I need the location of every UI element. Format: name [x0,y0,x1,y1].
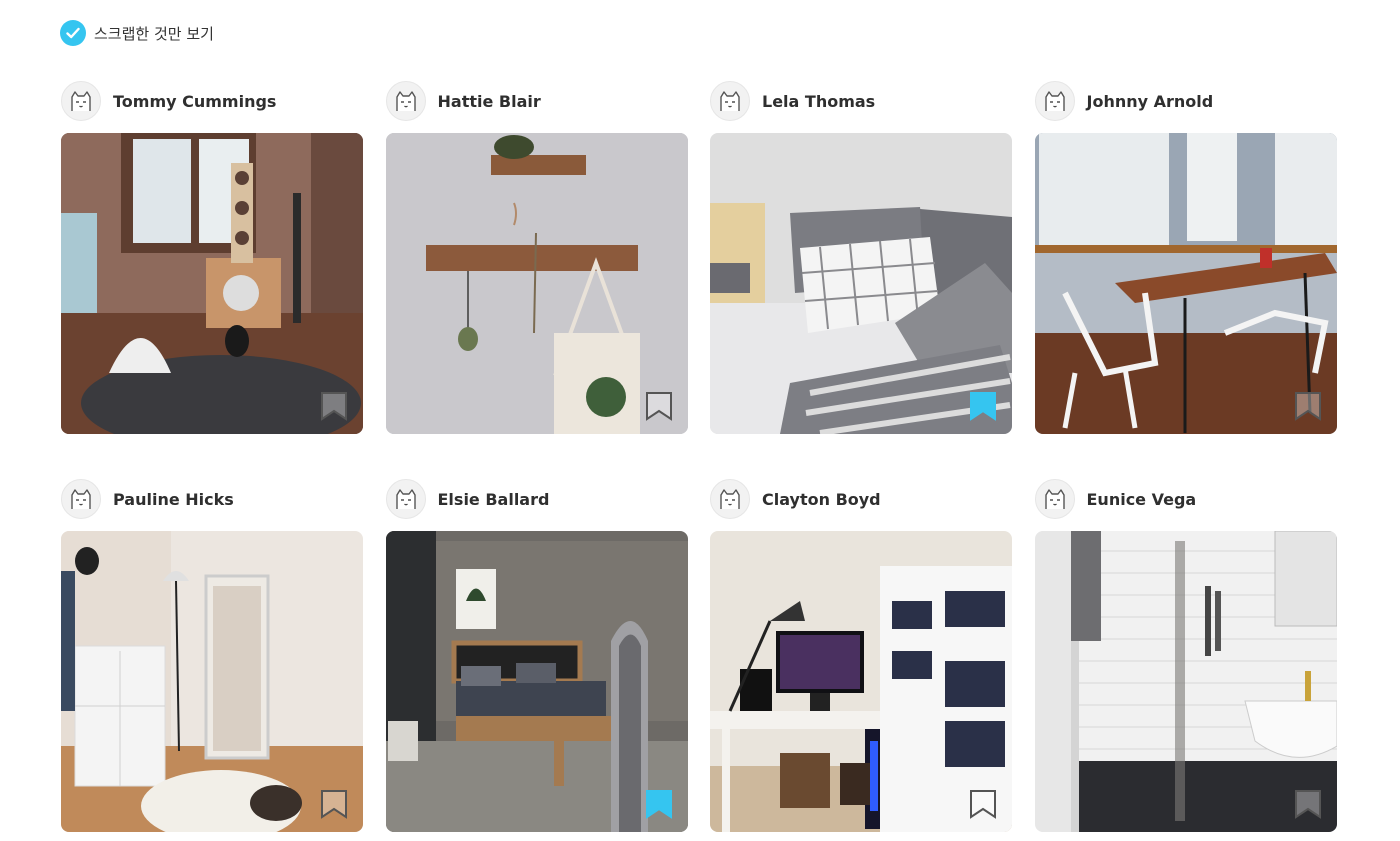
avatar-face-icon [720,91,740,111]
username[interactable]: Clayton Boyd [762,490,881,509]
avatar-face-icon [395,91,416,111]
username[interactable]: Hattie Blair [438,92,541,111]
username[interactable]: Johnny Arnold [1087,92,1214,111]
card-header: Elsie Ballard [385,478,688,520]
card-header: Eunice Vega [1034,478,1337,520]
card-header: Johnny Arnold [1034,80,1337,122]
bookmark-icon[interactable] [645,391,673,421]
photo-image [710,133,1012,434]
avatar[interactable] [385,479,426,519]
card-photo[interactable] [1034,531,1337,832]
filter-label: 스크랩한 것만 보기 [94,24,214,43]
avatar-face-icon [720,489,740,509]
avatar-face-icon [395,489,416,509]
card-photo[interactable] [1034,133,1337,434]
bookmark-icon[interactable] [320,789,348,819]
avatar-face-icon [71,91,91,111]
card-header: Tommy Cummings [61,80,363,122]
avatar[interactable] [710,479,750,519]
bookmark-icon[interactable] [969,391,997,421]
username[interactable]: Elsie Ballard [438,490,550,509]
bookmark-icon[interactable] [1294,789,1322,819]
card-header: Lela Thomas [710,80,1012,122]
bookmark-icon[interactable] [645,789,673,819]
scrap-card: Pauline Hicks [61,478,363,832]
scrap-card: Lela Thomas [710,80,1012,434]
avatar-face-icon [1044,91,1065,111]
scrap-card: Tommy Cummings [61,80,363,434]
card-photo[interactable] [61,133,363,434]
card-photo[interactable] [385,133,688,434]
card-header: Clayton Boyd [710,478,1012,520]
card-header: Hattie Blair [385,80,688,122]
photo-image [385,531,688,832]
username[interactable]: Lela Thomas [762,92,875,111]
bookmark-icon[interactable] [1294,391,1322,421]
bookmark-icon[interactable] [320,391,348,421]
card-photo[interactable] [710,531,1012,832]
scrap-card: Elsie Ballard [385,478,688,832]
photo-image [385,133,688,434]
photo-image [710,531,1012,832]
username[interactable]: Eunice Vega [1087,490,1197,509]
card-photo[interactable] [61,531,363,832]
scrap-card: Hattie Blair [385,80,688,434]
photo-image [1034,531,1337,832]
avatar[interactable] [61,81,101,121]
bookmark-icon[interactable] [969,789,997,819]
scrap-card: Clayton Boyd [710,478,1012,832]
avatar[interactable] [1034,479,1075,519]
scrap-grid: Tommy Cummings Hattie Blair Lela Thomas … [61,80,1337,832]
scrap-only-filter[interactable]: 스크랩한 것만 보기 [60,20,214,46]
scrap-card: Johnny Arnold [1034,80,1337,434]
username[interactable]: Pauline Hicks [113,490,234,509]
avatar[interactable] [385,81,426,121]
avatar-face-icon [71,489,91,509]
card-header: Pauline Hicks [61,478,363,520]
card-photo[interactable] [710,133,1012,434]
photo-image [1034,133,1337,434]
photo-image [61,531,363,832]
scrap-card: Eunice Vega [1034,478,1337,832]
checkmark-icon[interactable] [60,20,86,46]
username[interactable]: Tommy Cummings [113,92,276,111]
photo-image [61,133,363,434]
card-photo[interactable] [385,531,688,832]
avatar[interactable] [710,81,750,121]
avatar-face-icon [1044,489,1065,509]
avatar[interactable] [1034,81,1075,121]
avatar[interactable] [61,479,101,519]
